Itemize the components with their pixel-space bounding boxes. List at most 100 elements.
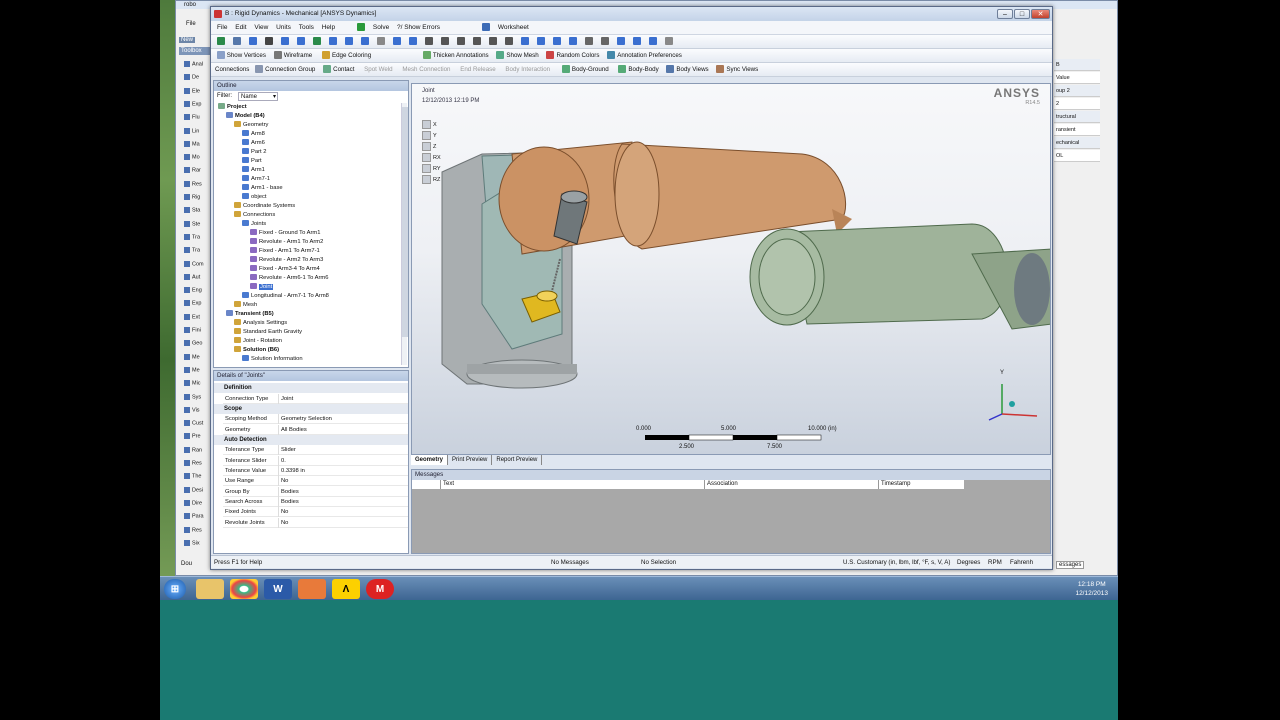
details-row[interactable]: Revolute Joints No bbox=[223, 517, 408, 528]
menu-units[interactable]: Units bbox=[276, 24, 291, 31]
details-row[interactable]: Connection Type Joint bbox=[223, 393, 408, 404]
menu-tools[interactable]: Tools bbox=[299, 24, 314, 31]
details-value[interactable]: No bbox=[278, 517, 408, 528]
toolbar-tool-icon[interactable] bbox=[297, 37, 305, 46]
contact-button[interactable]: Contact bbox=[333, 66, 354, 73]
details-row[interactable]: Tolerance Type Slider bbox=[223, 445, 408, 456]
explorer-icon[interactable] bbox=[196, 579, 224, 599]
col-association[interactable]: Association bbox=[704, 480, 738, 489]
bg-new-button[interactable]: New bbox=[179, 37, 196, 43]
details-value[interactable]: Joint bbox=[278, 393, 408, 404]
toolbar-tool-icon[interactable] bbox=[633, 37, 641, 46]
bg-toolbox-item[interactable]: Anal bbox=[184, 61, 203, 67]
body-ground-button[interactable]: Body-Ground bbox=[572, 66, 609, 73]
menu-edit[interactable]: Edit bbox=[235, 24, 246, 31]
details-row[interactable]: Fixed Joints No bbox=[223, 507, 408, 518]
details-value[interactable]: 0. bbox=[278, 455, 408, 466]
toolbar-tool-icon[interactable] bbox=[313, 37, 321, 46]
bg-messages-tab[interactable]: essages bbox=[1056, 561, 1085, 569]
maximize-button[interactable]: □ bbox=[1014, 9, 1030, 19]
details-value[interactable]: All Bodies bbox=[278, 424, 408, 435]
close-button[interactable]: ✕ bbox=[1031, 9, 1050, 19]
toolbar-tool-icon[interactable] bbox=[233, 37, 241, 46]
toolbar-tool-icon[interactable] bbox=[425, 37, 433, 46]
toolbar-tool-icon[interactable] bbox=[441, 37, 449, 46]
tree-node[interactable]: Arm1 - base bbox=[242, 184, 283, 192]
tree-node[interactable]: Geometry bbox=[234, 121, 268, 129]
bg-toolbox-item[interactable]: Mo bbox=[184, 154, 200, 161]
details-row[interactable]: Use Range No bbox=[223, 476, 408, 487]
toolbar-tool-icon[interactable] bbox=[265, 37, 273, 46]
thicken-annotations-button[interactable]: Thicken Annotations bbox=[433, 52, 489, 59]
tree-node[interactable]: Joint bbox=[250, 283, 274, 291]
details-value[interactable]: 0.3398 in bbox=[278, 466, 408, 476]
body-views-button[interactable]: Body Views bbox=[676, 66, 708, 73]
details-group-header[interactable]: Auto Detection bbox=[214, 434, 408, 445]
filter-dropdown[interactable]: Name ▾ bbox=[238, 92, 278, 101]
details-value[interactable]: Bodies bbox=[278, 486, 408, 497]
show-errors-button[interactable]: ?/ Show Errors bbox=[397, 24, 440, 31]
edge-coloring-button[interactable]: Edge Coloring bbox=[332, 52, 371, 59]
sync-views-button[interactable]: Sync Views bbox=[726, 66, 758, 73]
tree-node[interactable]: Part bbox=[242, 157, 262, 165]
bg-toolbox-item[interactable]: Res bbox=[184, 460, 202, 466]
toolbar-tool-icon[interactable] bbox=[585, 37, 593, 46]
bg-toolbox-item[interactable]: Sta bbox=[184, 207, 200, 214]
toolbar-tool-icon[interactable] bbox=[345, 37, 353, 46]
tree-node[interactable]: Part 2 bbox=[242, 148, 266, 156]
bg-toolbox-item[interactable]: De bbox=[184, 74, 199, 81]
word-icon[interactable]: W bbox=[264, 579, 292, 599]
toolbar-tool-icon[interactable] bbox=[393, 37, 401, 46]
status-temp[interactable]: Fahrenh bbox=[1010, 556, 1033, 569]
bg-toolbox-item[interactable]: Me bbox=[184, 366, 200, 373]
toolbar-tool-icon[interactable] bbox=[377, 37, 385, 46]
details-value[interactable]: Bodies bbox=[278, 496, 408, 507]
mesh-connection-button[interactable]: Mesh Connection bbox=[402, 66, 450, 73]
bg-toolbox-item[interactable]: Tra bbox=[184, 247, 200, 254]
tree-node[interactable]: Arm1 bbox=[242, 166, 265, 174]
status-messages[interactable]: No Messages bbox=[551, 556, 589, 569]
bg-toolbox-item[interactable]: Tra bbox=[184, 233, 200, 240]
details-row[interactable]: Scoping Method Geometry Selection bbox=[223, 414, 408, 425]
details-value[interactable]: Slider bbox=[278, 445, 408, 456]
toolbar-tool-icon[interactable] bbox=[281, 37, 289, 46]
random-colors-button[interactable]: Random Colors bbox=[556, 52, 599, 59]
details-value[interactable]: No bbox=[278, 507, 408, 518]
tree-node[interactable]: object bbox=[242, 193, 266, 201]
show-vertices-button[interactable]: Show Vertices bbox=[227, 52, 266, 59]
tree-node[interactable]: Fixed - Ground To Arm1 bbox=[250, 229, 320, 237]
tree-node[interactable]: Fixed - Arm3-4 To Arm4 bbox=[250, 265, 320, 273]
worksheet-button[interactable]: Worksheet bbox=[498, 24, 529, 31]
tree-node[interactable]: Revolute - Arm6-1 To Arm6 bbox=[250, 274, 328, 282]
toolbar-tool-icon[interactable] bbox=[505, 37, 513, 46]
outline-scrollbar[interactable] bbox=[401, 103, 408, 365]
bg-toolbox-item[interactable]: Exp bbox=[184, 100, 201, 107]
toolbar-tool-icon[interactable] bbox=[665, 37, 673, 46]
taskbar-clock[interactable]: 12:18 PM 12/12/2013 bbox=[1075, 580, 1108, 598]
bg-toolbox-item[interactable]: Ste bbox=[184, 220, 200, 227]
bg-toolbox-item[interactable]: Res bbox=[184, 180, 202, 187]
bg-toolbox-item[interactable]: Eng bbox=[184, 287, 202, 294]
annotation-preferences-button[interactable]: Annotation Preferences bbox=[617, 52, 682, 59]
bg-toolbox-item[interactable]: Ele bbox=[184, 87, 200, 94]
wireframe-button[interactable]: Wireframe bbox=[284, 52, 313, 59]
toolbar-tool-icon[interactable] bbox=[473, 37, 481, 46]
tree-node[interactable]: Arm7-1 bbox=[242, 175, 270, 183]
bg-toolbox-item[interactable]: Desi bbox=[184, 486, 203, 493]
toolbar-tool-icon[interactable] bbox=[521, 37, 529, 46]
toolbar-tool-icon[interactable] bbox=[569, 37, 577, 46]
bg-toolbox-item[interactable]: Com bbox=[184, 260, 204, 267]
menu-help[interactable]: Help bbox=[322, 24, 335, 31]
bg-toolbox-item[interactable]: Pre bbox=[184, 433, 201, 440]
chrome-icon[interactable] bbox=[230, 579, 258, 599]
toolbar-tool-icon[interactable] bbox=[649, 37, 657, 46]
toolbar-tool-icon[interactable] bbox=[329, 37, 337, 46]
tree-node[interactable]: Joint - Rotation bbox=[234, 337, 282, 345]
toolbar-tool-icon[interactable] bbox=[217, 37, 225, 46]
tree-node[interactable]: Mesh bbox=[234, 301, 257, 309]
bg-toolbox-item[interactable]: Para bbox=[184, 513, 204, 520]
tree-node[interactable]: Joints bbox=[242, 220, 266, 228]
toolbar-tool-icon[interactable] bbox=[489, 37, 497, 46]
col-timestamp[interactable]: Timestamp bbox=[878, 480, 910, 489]
bg-toolbox-item[interactable]: Dire bbox=[184, 499, 202, 506]
